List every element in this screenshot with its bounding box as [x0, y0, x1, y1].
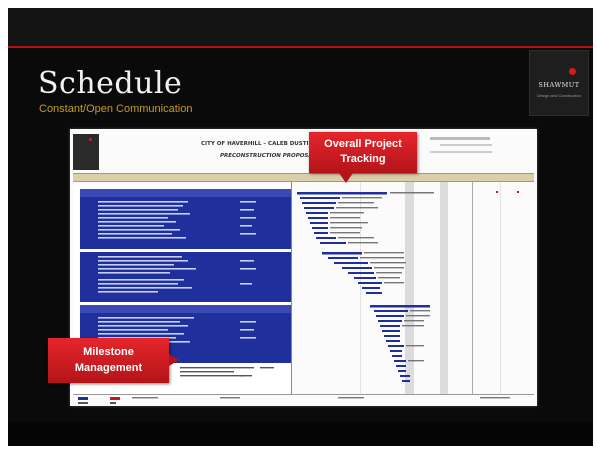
- logo-dot-icon: [569, 68, 576, 75]
- logo-name: SHAWMUT: [538, 81, 580, 89]
- logo-tagline: Design and Construction: [537, 93, 581, 98]
- project-tracking-callout: Overall Project Tracking: [309, 132, 417, 183]
- callout-line: Overall Project: [324, 138, 402, 150]
- callout-line: Management: [74, 362, 143, 374]
- slide-top-band: [8, 8, 593, 46]
- slide-bottom-band: [8, 422, 593, 446]
- document-title-line-2: PRECONSTRUCTION PROPOSAL: [220, 153, 317, 159]
- slide-red-rule: [8, 46, 593, 48]
- slide-title: Schedule: [38, 66, 183, 101]
- document-title-line-1: CITY OF HAVERHILL – CALEB DUSTIN: [201, 141, 314, 147]
- slide: Schedule Constant/Open Communication SHA…: [8, 8, 593, 446]
- callout-line: Tracking: [340, 153, 386, 165]
- shawmut-logo: SHAWMUT Design and Construction: [529, 50, 589, 116]
- slide-subtitle: Constant/Open Communication: [39, 103, 193, 115]
- milestone-callout: Milestone Management: [48, 338, 179, 383]
- callout-line: Milestone: [83, 346, 134, 358]
